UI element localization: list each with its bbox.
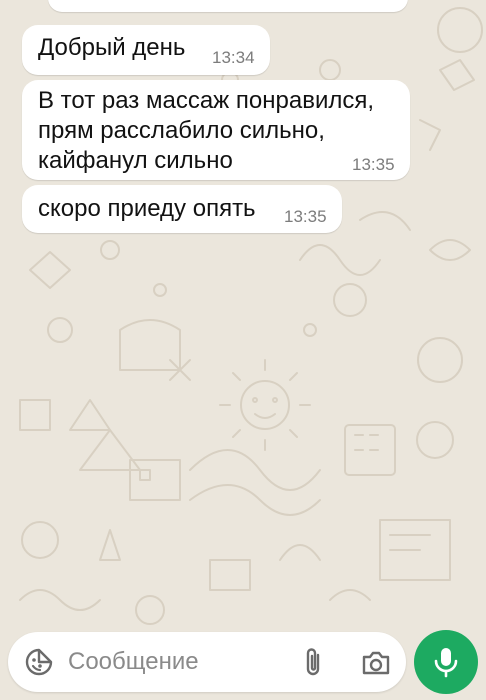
microphone-icon (434, 648, 458, 678)
microphone-button[interactable] (414, 630, 478, 694)
message-bubble[interactable]: Добрый день 13:34 (22, 25, 270, 75)
message-input[interactable] (68, 645, 288, 679)
message-bubble[interactable]: скоро приеду опять 13:35 (22, 185, 342, 233)
message-text: Добрый день (38, 34, 186, 61)
message-text: скоро приеду опять (38, 195, 256, 222)
message-composer (8, 632, 406, 692)
message-time: 13:34 (212, 48, 255, 67)
chat-background: Добрый день 13:34 В тот раз массаж понра… (0, 0, 486, 700)
message-time: 13:35 (284, 207, 327, 226)
paperclip-icon[interactable] (300, 647, 328, 679)
previous-message-bubble (48, 0, 408, 12)
emoji-sticker-icon[interactable] (24, 647, 54, 677)
message-bubble[interactable]: В тот раз массаж понравился, прям рассла… (22, 80, 410, 180)
camera-icon[interactable] (360, 648, 392, 678)
message-time: 13:35 (352, 155, 395, 174)
message-text: В тот раз массаж понравился, прям рассла… (38, 87, 375, 174)
